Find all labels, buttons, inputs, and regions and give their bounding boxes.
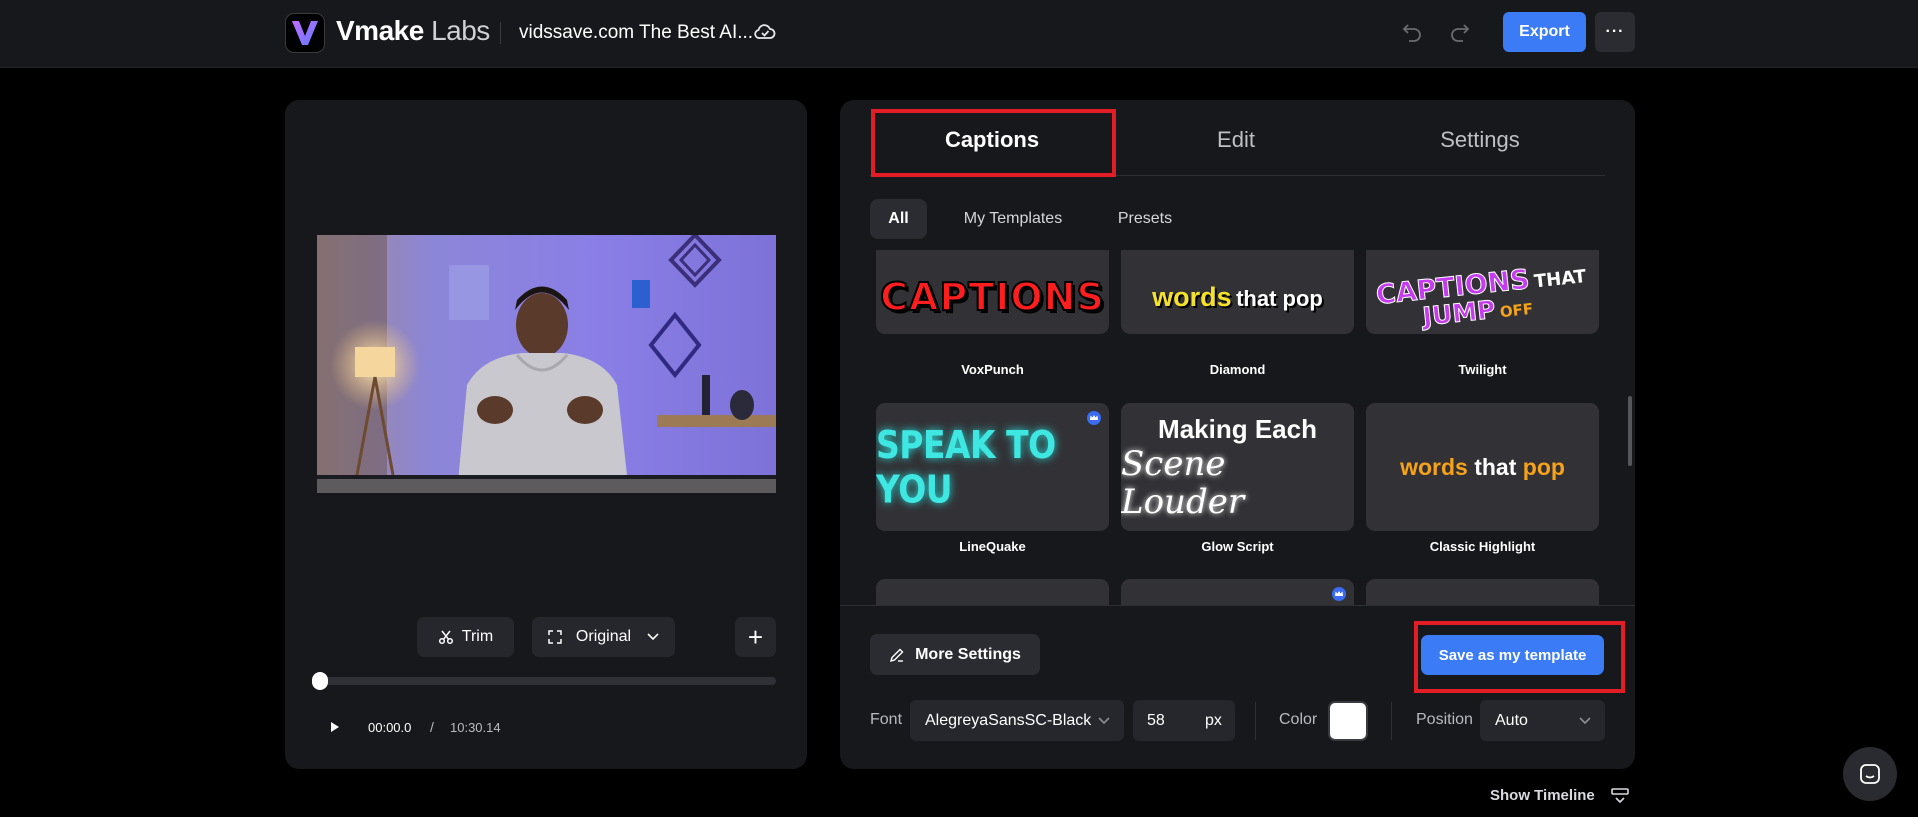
brand-suffix: Labs	[431, 15, 490, 46]
current-time: 00:00.0	[368, 720, 412, 735]
template-scrollbar[interactable]	[1628, 396, 1632, 466]
font-size-value: 58	[1147, 712, 1165, 729]
top-bar: Vmake Labs vidssave.com The Best AI... E…	[0, 0, 1918, 68]
font-value: AlegreyaSansSC-Black	[925, 712, 1092, 729]
chat-icon	[1860, 764, 1880, 784]
template-card-diamond[interactable]: words that pop	[1121, 250, 1354, 334]
template-name: Diamond	[1209, 362, 1266, 377]
add-media-button[interactable]: +	[735, 617, 776, 657]
scissors-icon	[438, 630, 453, 645]
project-title[interactable]: vidssave.com The Best AI...	[519, 22, 753, 44]
template-card-glow-script[interactable]: Making Each Scene Louder	[1121, 403, 1354, 531]
export-button[interactable]: Export	[1503, 12, 1586, 52]
filter-presets[interactable]: Presets	[1107, 199, 1183, 239]
template-preview-text: that	[1474, 453, 1517, 480]
aspect-ratio-icon	[548, 630, 562, 644]
timeline-scrubber[interactable]	[317, 677, 776, 685]
template-card-voxpunch[interactable]: CAPTIONS	[876, 250, 1109, 334]
template-preview-text: that pop	[1236, 285, 1323, 311]
pencil-icon	[890, 648, 904, 662]
undo-icon[interactable]	[1400, 20, 1424, 49]
highlight-box-captions-tab	[871, 109, 1116, 177]
template-preview-text: THAT	[1533, 266, 1588, 293]
template-preview-text: CAPTIONS	[879, 274, 1105, 320]
aspect-ratio-select[interactable]: Original	[532, 617, 675, 657]
timeline-icon[interactable]	[1610, 786, 1630, 811]
scrubber-handle[interactable]	[312, 672, 328, 690]
template-name: Glow Script	[1201, 539, 1274, 554]
filter-all[interactable]: All	[870, 199, 927, 239]
template-preview-text: Making Each	[1158, 414, 1317, 444]
template-preview-text: pop	[1522, 453, 1565, 480]
aspect-ratio-label: Original	[575, 628, 632, 645]
template-card-linequake[interactable]: SPEAK TO YOU	[876, 403, 1109, 531]
position-value: Auto	[1495, 712, 1528, 729]
font-select[interactable]: AlegreyaSansSC-Black	[910, 700, 1124, 741]
template-name: LineQuake	[959, 539, 1026, 554]
template-card[interactable]	[1121, 579, 1354, 605]
position-select[interactable]: Auto	[1480, 700, 1605, 741]
cloud-sync-icon[interactable]	[753, 20, 777, 47]
color-picker[interactable]	[1328, 701, 1368, 741]
divider	[1391, 702, 1392, 740]
template-card[interactable]	[1366, 579, 1599, 605]
divider	[1255, 702, 1256, 740]
template-card[interactable]	[876, 579, 1109, 605]
trim-label: Trim	[461, 628, 494, 645]
trim-button[interactable]: Trim	[417, 617, 514, 657]
video-preview[interactable]	[317, 235, 776, 493]
show-timeline-button[interactable]: Show Timeline	[1490, 787, 1595, 804]
premium-crown-icon	[1087, 411, 1101, 425]
more-settings-button[interactable]: More Settings	[870, 634, 1040, 675]
template-name: Classic Highlight	[1429, 539, 1536, 554]
template-card-classic-highlight[interactable]: words that pop	[1366, 403, 1599, 531]
premium-crown-icon	[1332, 587, 1346, 601]
template-preview-text: Scene Louder	[1121, 444, 1245, 522]
chevron-down-icon	[647, 633, 659, 641]
template-preview-text: words	[1400, 453, 1468, 480]
chat-support-button[interactable]	[1843, 747, 1897, 801]
template-preview-text: words	[1152, 281, 1232, 312]
more-settings-label: More Settings	[915, 645, 1021, 663]
template-preview-text: OFF	[1499, 299, 1535, 322]
font-size-unit: px	[1205, 712, 1222, 729]
vmake-logo-icon[interactable]	[285, 13, 325, 53]
template-grid: CAPTIONS VoxPunch words that pop Diamond…	[870, 250, 1605, 605]
tab-edit[interactable]: Edit	[1114, 122, 1358, 158]
highlight-box-save-template	[1414, 621, 1625, 693]
template-card-twilight[interactable]: CAPTIONS THAT JUMP OFF	[1366, 250, 1599, 334]
redo-icon[interactable]	[1448, 20, 1472, 49]
template-name: Twilight	[1458, 362, 1507, 377]
position-label: Position	[1416, 711, 1473, 728]
filter-my-templates[interactable]: My Templates	[948, 199, 1078, 239]
total-duration: 10:30.14	[450, 720, 501, 735]
settings-divider	[840, 605, 1635, 606]
tab-settings[interactable]: Settings	[1358, 122, 1602, 158]
play-icon[interactable]	[330, 720, 340, 738]
time-separator: /	[430, 719, 434, 735]
chevron-down-icon	[1579, 717, 1591, 725]
more-options-button[interactable]: ···	[1595, 12, 1635, 52]
color-label: Color	[1279, 711, 1318, 728]
brand-divider	[500, 22, 501, 44]
template-preview-text: JUMP	[1421, 294, 1497, 332]
template-name: VoxPunch	[961, 362, 1024, 377]
chevron-down-icon	[1098, 717, 1110, 725]
brand-name: Vmake Labs	[336, 15, 490, 46]
font-label: Font	[870, 711, 903, 728]
template-preview-text: SPEAK TO YOU	[876, 422, 1056, 512]
